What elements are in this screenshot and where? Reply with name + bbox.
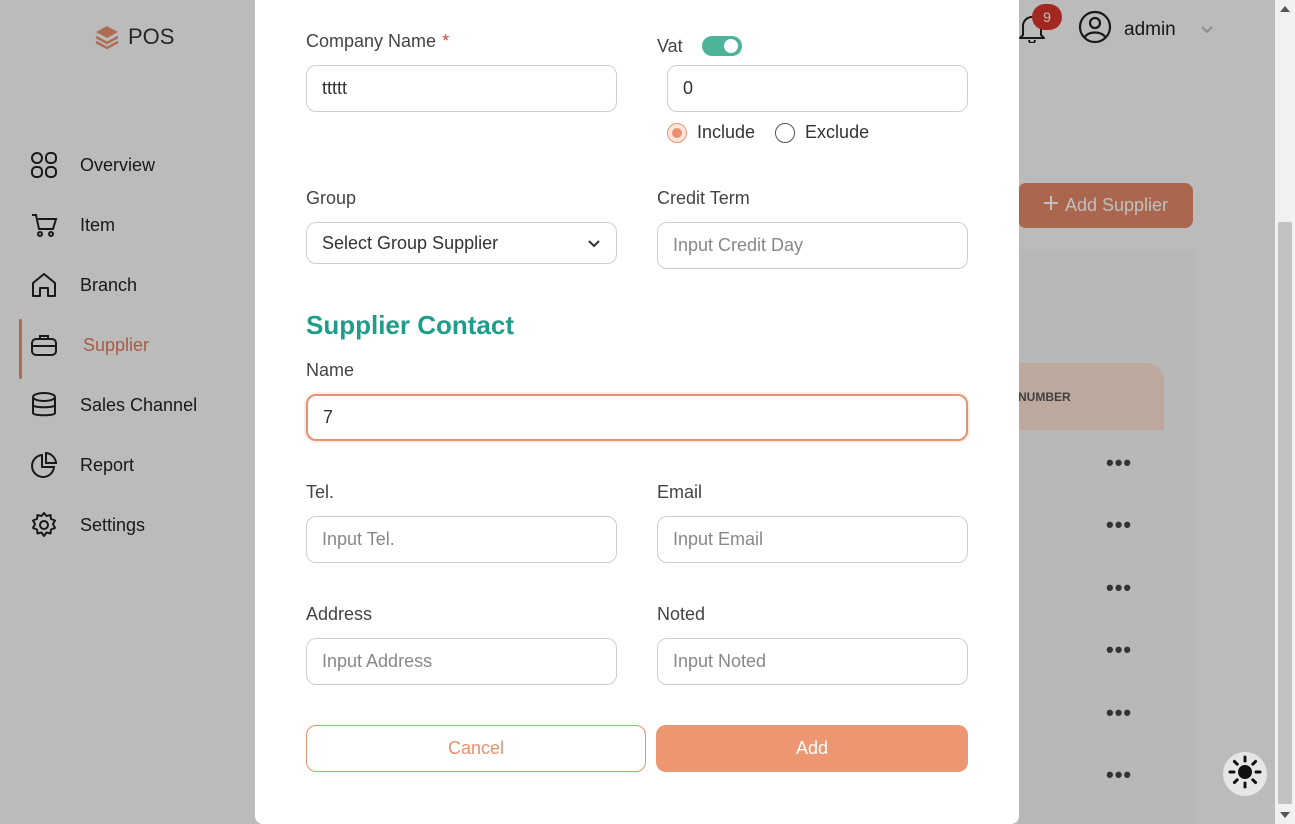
noted-field[interactable] (657, 638, 968, 685)
vat-field[interactable] (667, 65, 968, 112)
required-mark: * (442, 31, 450, 51)
email-label: Email (657, 482, 703, 502)
chevron-down-icon (587, 233, 601, 254)
vat-include-radio[interactable] (667, 122, 687, 143)
vat-exclude-label: Exclude (805, 122, 870, 142)
contact-name-label: Name (306, 360, 355, 380)
group-label: Group (306, 188, 357, 208)
vat-mode-radio-group: Include Exclude (667, 122, 869, 143)
vat-include-label: Include (697, 122, 756, 142)
credit-term-label: Credit Term (657, 188, 750, 208)
address-field[interactable] (306, 638, 617, 685)
scrollbar-thumb[interactable] (1278, 222, 1292, 804)
vat-label: Vat (657, 36, 683, 56)
company-name-label-text: Company Name (306, 31, 437, 51)
vat-toggle[interactable] (702, 36, 742, 56)
vat-exclude-radio[interactable] (775, 122, 796, 143)
supplier-contact-title: Supplier Contact (306, 310, 515, 340)
tel-field[interactable] (306, 516, 617, 563)
email-field[interactable] (657, 516, 968, 563)
cancel-button[interactable]: Cancel (306, 725, 646, 772)
company-name-label: Company Name * (306, 31, 449, 52)
sun-icon (1228, 755, 1262, 794)
page-scrollbar[interactable] (1275, 0, 1295, 824)
group-select[interactable]: Select Group Supplier (306, 222, 617, 264)
group-select-value: Select Group Supplier (322, 232, 499, 253)
scroll-down-icon[interactable] (1280, 812, 1290, 818)
add-supplier-modal: Company Name* Vat Include Exclude Group … (255, 0, 1019, 824)
credit-term-field[interactable] (657, 222, 968, 269)
contact-name-field[interactable] (306, 394, 968, 441)
tel-label: Tel. (306, 482, 335, 502)
add-button[interactable]: Add (656, 725, 968, 772)
address-label: Address (306, 604, 373, 624)
company-name-field[interactable] (306, 65, 617, 112)
noted-label: Noted (657, 604, 706, 624)
scroll-up-icon[interactable] (1280, 6, 1290, 12)
theme-toggle-button[interactable] (1223, 752, 1267, 796)
